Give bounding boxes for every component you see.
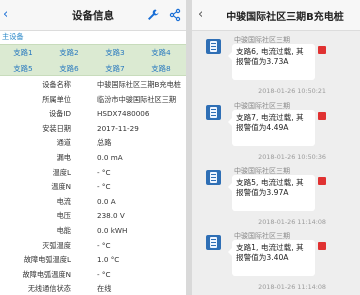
info-label: 电能 [56, 225, 71, 235]
info-row: 所属单位 临汾市中骏国际社区三期 [0, 93, 186, 108]
info-value: 0.0 kWH [97, 225, 128, 235]
device-info-header: ‹ 设备信息 [0, 0, 186, 31]
device-icon [206, 235, 221, 250]
info-value: - °C [97, 240, 111, 250]
message-timestamp: 2018-01-26 11:14:08 [258, 218, 326, 226]
info-label: 灭弧温度 [42, 240, 71, 250]
info-label: 电流 [56, 196, 71, 206]
device-info-list: 设备名称 中骏国际社区三期B充电桩 所属单位 临汾市中骏国际社区三期 设备ID HSD… [0, 78, 186, 295]
branch-tabs: 支路1 支路2 支路3 支路4 支路5 支路6 支路7 支路8 [0, 44, 186, 76]
info-value: - °C [97, 182, 111, 192]
message-text: 支路5, 电流过载, 其报警值为3.97A [236, 178, 304, 197]
info-value: 总路 [97, 138, 112, 148]
info-value: 0.0 A [97, 196, 116, 206]
info-value: - °C [97, 269, 111, 279]
tab-branch-7[interactable]: 支路7 [92, 61, 138, 77]
info-row: 无线通信状态 在线 [0, 282, 186, 295]
info-row: 通道 总路 [0, 136, 186, 151]
message-bubble[interactable]: 支路1, 电流过载, 其报警值为3.40A [228, 240, 315, 276]
message-timestamp: 2018-01-26 10:50:21 [258, 87, 326, 95]
alarm-chat-screen: ‹ 中骏国际社区三期B充电桩 中骏国际社区三期 支路6, 电流过载, 其报警值为… [192, 0, 360, 295]
info-value: 2017-11-29 [97, 123, 139, 133]
tab-branch-5[interactable]: 支路5 [0, 61, 46, 77]
tab-branch-4[interactable]: 支路4 [138, 45, 184, 61]
info-label: 温度N [51, 182, 71, 192]
share-icon[interactable] [168, 8, 182, 22]
info-row: 设备ID HSDX7480006 [0, 107, 186, 122]
info-label: 无线通信状态 [27, 284, 71, 294]
info-row: 故障电弧温度N - °C [0, 268, 186, 283]
info-row: 设备名称 中骏国际社区三期B充电桩 [0, 78, 186, 93]
alert-badge [318, 177, 326, 185]
info-row: 温度L - °C [0, 166, 186, 181]
tab-branch-1[interactable]: 支路1 [0, 45, 46, 61]
alert-badge [318, 112, 326, 120]
info-label: 通道 [56, 138, 71, 148]
alert-badge [318, 46, 326, 54]
device-icon [206, 39, 221, 54]
info-label: 电压 [56, 211, 71, 221]
info-row: 电流 0.0 A [0, 195, 186, 210]
info-label: 故障电弧温度N [22, 269, 71, 279]
device-icon [206, 170, 221, 185]
message-text: 支路1, 电流过载, 其报警值为3.40A [236, 243, 304, 262]
info-label: 漏电 [56, 152, 71, 162]
tab-branch-8[interactable]: 支路8 [138, 61, 184, 77]
info-row: 灭弧温度 - °C [0, 239, 186, 254]
info-row: 电压 238.0 V [0, 209, 186, 224]
tab-branch-3[interactable]: 支路3 [92, 45, 138, 61]
alarm-chat-header: ‹ 中骏国际社区三期B充电桩 [192, 0, 360, 31]
tab-branch-2[interactable]: 支路2 [46, 45, 92, 61]
message-text: 支路7, 电流过载, 其报警值为4.49A [236, 113, 304, 132]
message-bubble[interactable]: 支路5, 电流过载, 其报警值为3.97A [228, 175, 315, 211]
info-value: 在线 [97, 284, 112, 294]
message-bubble[interactable]: 支路7, 电流过载, 其报警值为4.49A [228, 110, 315, 146]
device-info-screen: ‹ 设备信息 主设备 支路1 支路2 支路3 支路4 支路5 支路6 支路7 支… [0, 0, 186, 295]
message-timestamp: 2018-01-26 11:14:08 [258, 283, 326, 291]
info-value: 0.0 mA [97, 152, 123, 162]
message-text: 支路6, 电流过载, 其报警值为3.73A [236, 47, 304, 66]
wrench-icon[interactable] [146, 8, 160, 22]
info-label: 所属单位 [42, 94, 71, 104]
main-device-link[interactable]: 主设备 [2, 32, 24, 42]
info-label: 设备ID [48, 109, 71, 119]
info-label: 温度L [52, 167, 71, 177]
info-row: 安装日期 2017-11-29 [0, 122, 186, 137]
info-row: 电能 0.0 kWH [0, 224, 186, 239]
message-bubble[interactable]: 支路6, 电流过载, 其报警值为3.73A [228, 44, 315, 80]
info-row: 温度N - °C [0, 180, 186, 195]
info-row: 故障电弧温度L 1.0 °C [0, 253, 186, 268]
info-value: 238.0 V [97, 211, 125, 221]
chat-title: 中骏国际社区三期B充电桩 [226, 12, 344, 23]
info-value: 中骏国际社区三期B充电桩 [97, 80, 181, 89]
info-label: 安装日期 [42, 123, 71, 133]
message-timestamp: 2018-01-26 10:50:36 [258, 153, 326, 161]
device-icon [206, 105, 221, 120]
info-row: 漏电 0.0 mA [0, 151, 186, 166]
info-label: 故障电弧温度L [23, 255, 71, 265]
info-value: 1.0 °C [97, 255, 120, 265]
info-value: 临汾市中骏国际社区三期 [97, 94, 177, 104]
alert-badge [318, 242, 326, 250]
info-value: - °C [97, 167, 111, 177]
info-label: 设备名称 [42, 80, 71, 89]
tab-branch-6[interactable]: 支路6 [46, 61, 92, 77]
info-value: HSDX7480006 [97, 109, 150, 119]
